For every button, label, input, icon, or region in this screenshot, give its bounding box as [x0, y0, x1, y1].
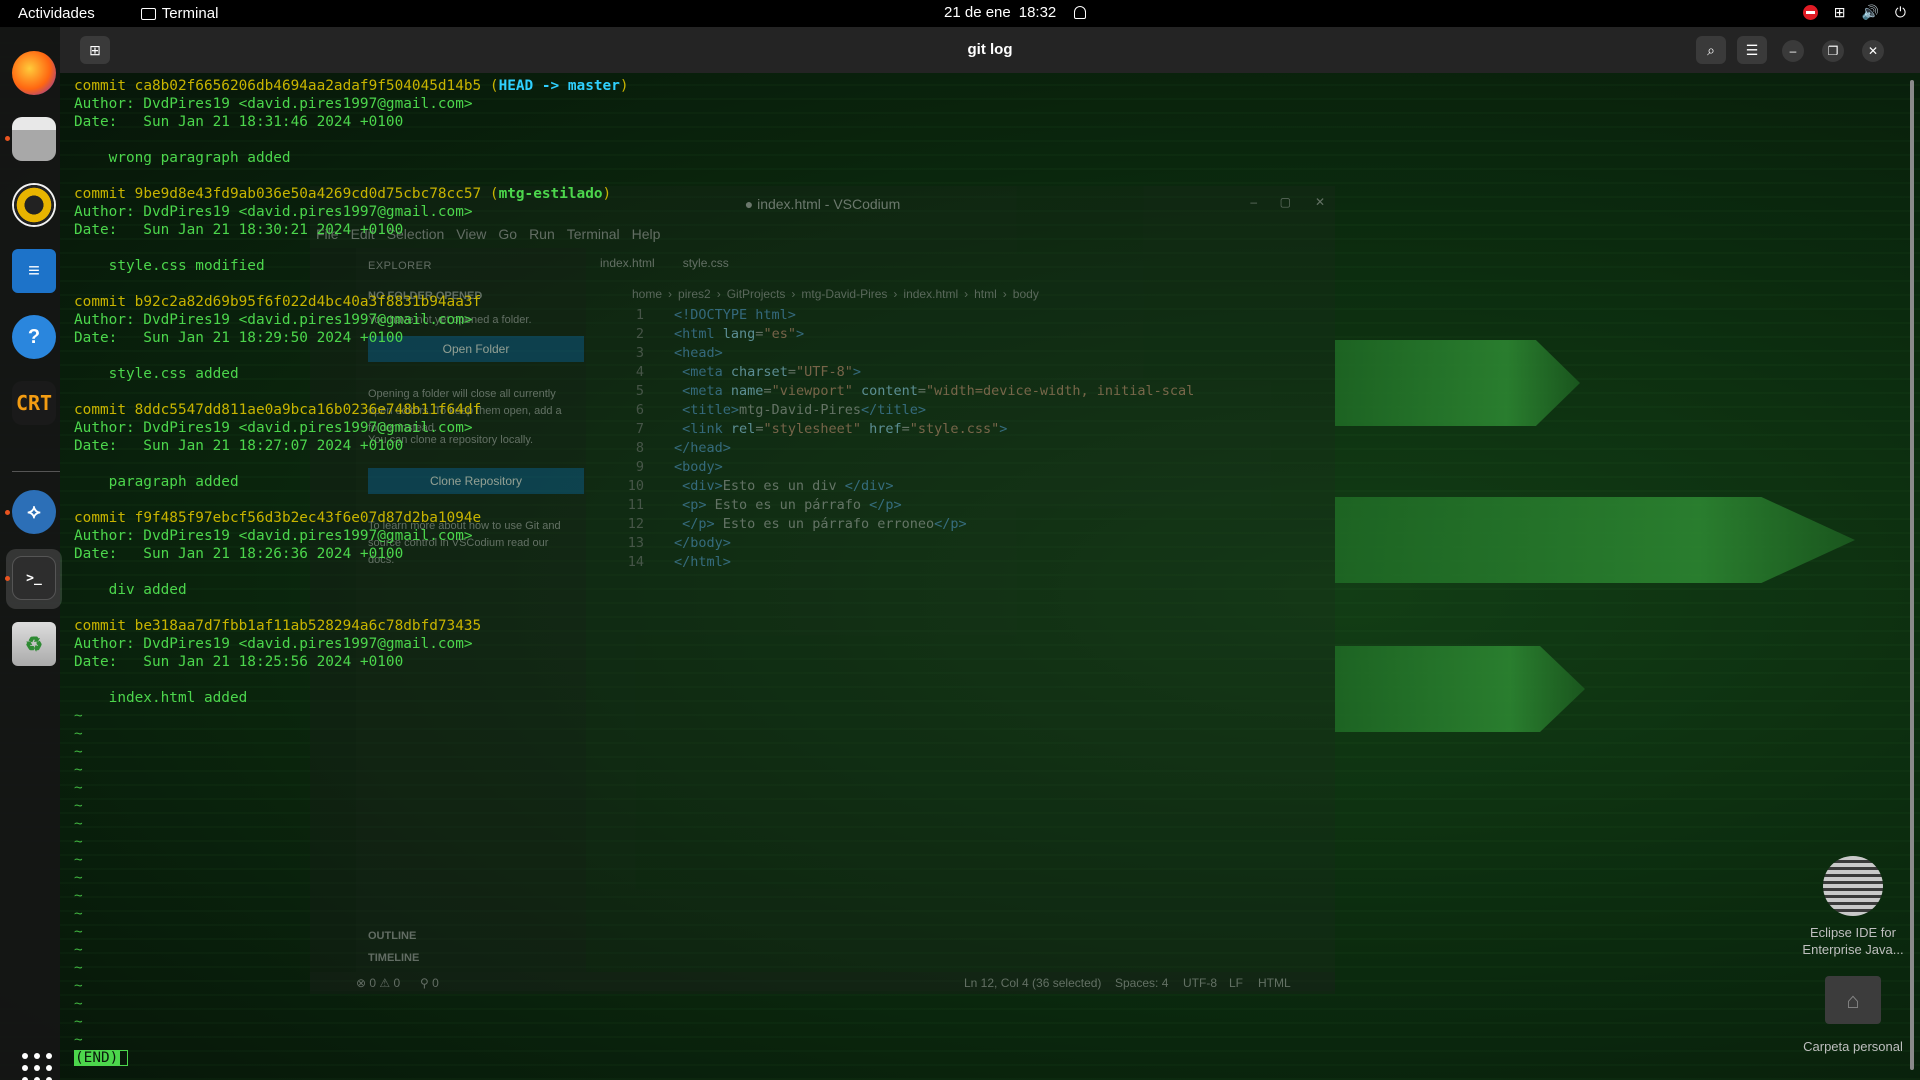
- volume-icon: 🔊: [1861, 4, 1879, 20]
- running-indicator: [5, 510, 10, 515]
- pager-tilde: ~: [74, 744, 83, 760]
- home-folder-label: Carpeta personal: [1803, 1039, 1903, 1054]
- writer-icon[interactable]: ≡: [12, 249, 56, 293]
- dock-separator: [12, 471, 60, 472]
- running-indicator: [5, 136, 10, 141]
- menu-icon[interactable]: ☰: [1737, 36, 1767, 64]
- top-bar: Actividades Terminal 21 de ene 18:32 ⊞ 🔊…: [0, 0, 1920, 27]
- terminal-output[interactable]: commit ca8b02f6656206db4694aa2adaf9f5040…: [60, 73, 1910, 1080]
- commit-line: commit b92c2a82d69b95f6f022d4bc40a3f8831…: [74, 294, 482, 310]
- activities-button[interactable]: Actividades: [18, 5, 95, 22]
- show-apps-icon[interactable]: [22, 1053, 52, 1080]
- pager-tilde: ~: [74, 762, 83, 778]
- date-line: Date: Sun Jan 21 18:27:07 2024 +0100: [74, 438, 404, 454]
- author-line: Author: DvdPires19 <david.pires1997@gmai…: [74, 96, 473, 112]
- commit-message: div added: [74, 582, 187, 598]
- minimize-icon[interactable]: –: [1782, 40, 1804, 62]
- text-cursor: [119, 1050, 129, 1066]
- clock[interactable]: 21 de ene 18:32: [944, 4, 1087, 21]
- date-line: Date: Sun Jan 21 18:30:21 2024 +0100: [74, 222, 404, 238]
- terminal-icon: [140, 7, 156, 20]
- author-line: Author: DvdPires19 <david.pires1997@gmai…: [74, 636, 473, 652]
- pager-tilde: ~: [74, 708, 83, 724]
- pager-tilde: ~: [74, 924, 83, 940]
- rhythmbox-icon[interactable]: [12, 183, 56, 227]
- pager-tilde: ~: [74, 852, 83, 868]
- author-line: Author: DvdPires19 <david.pires1997@gmai…: [74, 204, 473, 220]
- pager-tilde: ~: [74, 798, 83, 814]
- pager-prompt[interactable]: (END): [74, 1049, 1910, 1067]
- do-not-disturb-icon: [1802, 5, 1818, 20]
- commit-line: commit 9be9d8e43fd9ab036e50a4269cd0d75cb…: [74, 186, 612, 202]
- author-line: Author: DvdPires19 <david.pires1997@gmai…: [74, 420, 473, 436]
- eclipse-icon: [1823, 856, 1883, 916]
- dock: ≡ ? CRT ⟡ >_ ♻: [0, 27, 62, 1080]
- commit-line: commit f9f485f97ebcf56d3b2ec43f6e07d87d2…: [74, 510, 482, 526]
- pager-tilde: ~: [74, 834, 83, 850]
- close-icon[interactable]: ✕: [1862, 40, 1884, 62]
- pager-tilde: ~: [74, 978, 83, 994]
- vscodium-icon[interactable]: ⟡: [12, 490, 56, 534]
- pager-tilde: ~: [74, 726, 83, 742]
- power-icon: ⏻: [1894, 4, 1906, 20]
- firefox-icon[interactable]: [12, 51, 56, 95]
- app-menu[interactable]: Terminal: [140, 5, 219, 22]
- eclipse-label: Eclipse IDE for Enterprise Java...: [1802, 925, 1904, 957]
- date-line: Date: Sun Jan 21 18:31:46 2024 +0100: [74, 114, 404, 130]
- running-indicator: [5, 576, 10, 581]
- date-line: Date: Sun Jan 21 18:26:36 2024 +0100: [74, 546, 404, 562]
- eclipse-desktop-icon[interactable]: Eclipse IDE for Enterprise Java...: [1783, 856, 1920, 958]
- system-tray[interactable]: ⊞ 🔊 ⏻: [1802, 4, 1906, 21]
- author-line: Author: DvdPires19 <david.pires1997@gmai…: [74, 528, 473, 544]
- files-icon[interactable]: [12, 117, 56, 161]
- commit-message: index.html added: [74, 690, 248, 706]
- terminal-icon[interactable]: >_: [12, 556, 56, 600]
- commit-line: commit 8ddc5547dd811ae0a9bca16b0236e748b…: [74, 402, 482, 418]
- commit-line: commit be318aa7d7fbb1af11ab528294a6c78db…: [74, 618, 482, 634]
- commit-message: style.css added: [74, 366, 239, 382]
- bell-icon: [1074, 6, 1087, 19]
- date-line: Date: Sun Jan 21 18:29:50 2024 +0100: [74, 330, 404, 346]
- terminal-titlebar: ⊞ git log ⌕ ☰ – ❐ ✕: [60, 27, 1920, 73]
- app-name: Terminal: [161, 5, 219, 22]
- pager-tilde: ~: [74, 960, 83, 976]
- end-marker: (END): [74, 1050, 120, 1066]
- commit-message: style.css modified: [74, 258, 265, 274]
- home-folder-icon: ⌂: [1825, 976, 1881, 1024]
- cool-retro-term-icon[interactable]: CRT: [12, 381, 56, 425]
- trash-icon[interactable]: ♻: [12, 622, 56, 666]
- pager-tilde: ~: [74, 1014, 83, 1030]
- help-icon[interactable]: ?: [12, 315, 56, 359]
- pager-tilde: ~: [74, 996, 83, 1012]
- pager-tilde: ~: [74, 816, 83, 832]
- pager-tilde: ~: [74, 888, 83, 904]
- pager-tilde: ~: [74, 870, 83, 886]
- date-line: Date: Sun Jan 21 18:25:56 2024 +0100: [74, 654, 404, 670]
- commit-message: wrong paragraph added: [74, 150, 291, 166]
- commit-line: commit ca8b02f6656206db4694aa2adaf9f5040…: [74, 78, 629, 94]
- pager-tilde: ~: [74, 906, 83, 922]
- terminal-title: git log: [967, 41, 1013, 58]
- network-icon: ⊞: [1833, 4, 1846, 20]
- pager-tilde: ~: [74, 942, 83, 958]
- restore-icon[interactable]: ❐: [1822, 40, 1844, 62]
- home-folder-desktop-icon[interactable]: ⌂ Carpeta personal: [1783, 976, 1920, 1055]
- pager-tilde: ~: [74, 780, 83, 796]
- pager-tilde: ~: [74, 1032, 83, 1048]
- clock-date: 21 de ene: [944, 4, 1011, 21]
- clock-time: 18:32: [1018, 4, 1057, 21]
- author-line: Author: DvdPires19 <david.pires1997@gmai…: [74, 312, 473, 328]
- search-icon[interactable]: ⌕: [1696, 36, 1726, 64]
- commit-message: paragraph added: [74, 474, 239, 490]
